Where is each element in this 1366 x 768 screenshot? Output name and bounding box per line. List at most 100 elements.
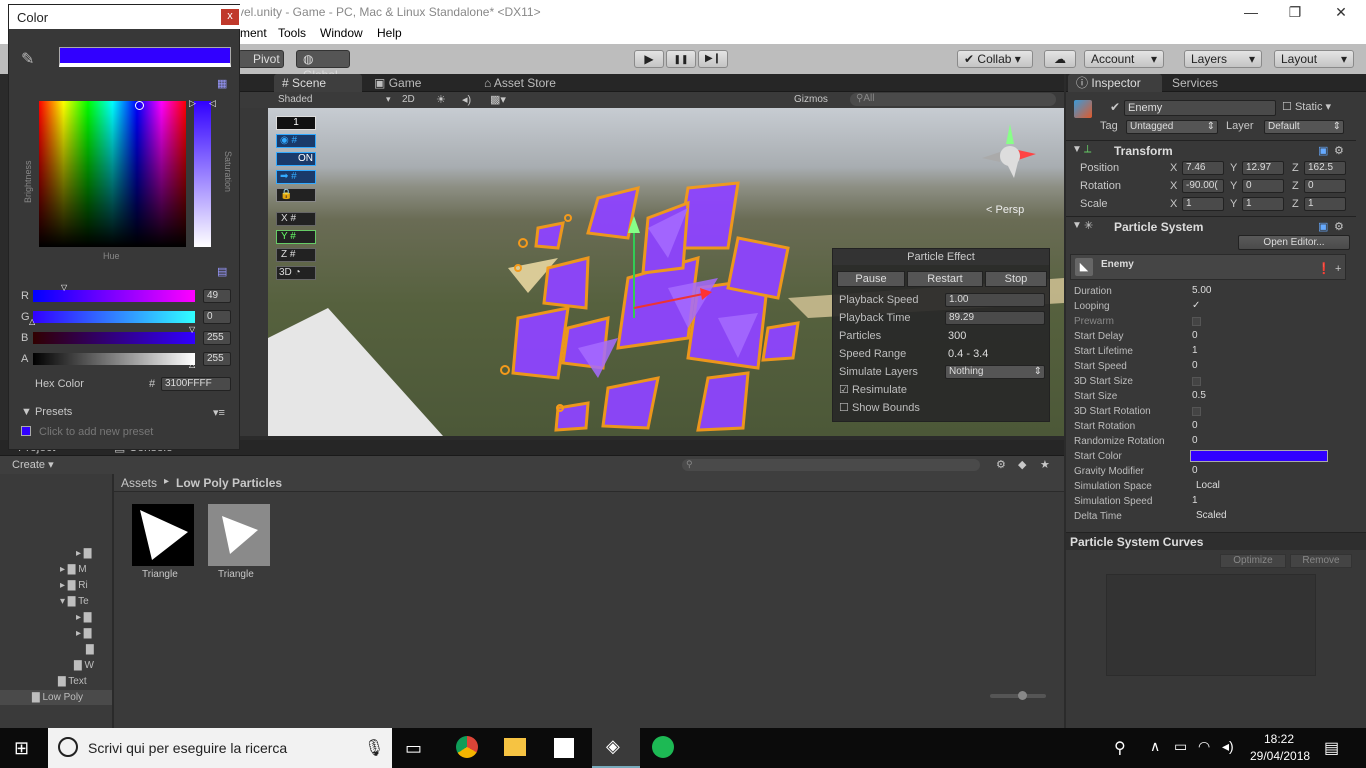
overlay-number-button[interactable]: 1 <box>276 116 316 130</box>
start-rotation-field[interactable]: 0 <box>1192 419 1198 433</box>
simulate-layers-dropdown[interactable]: Nothing ⇕ <box>945 365 1045 379</box>
rotation-z-field[interactable]: 0 <box>1304 179 1346 193</box>
3d-start-rotation-checkbox[interactable] <box>1192 407 1201 416</box>
project-search-input[interactable]: ⚲ <box>682 459 980 471</box>
preset-swatch[interactable] <box>21 426 31 436</box>
effects-toggle-icon[interactable]: ▩▾ <box>490 93 506 106</box>
pause-button[interactable]: ❚❚ <box>666 50 696 68</box>
g-slider[interactable] <box>33 311 195 323</box>
open-editor-button[interactable]: Open Editor... <box>1238 235 1350 250</box>
battery-icon[interactable]: ▭ <box>1174 738 1187 755</box>
add-icon[interactable]: + <box>1335 263 1341 275</box>
restart-effect-button[interactable]: Restart <box>907 271 983 287</box>
2d-toggle[interactable]: 2D <box>402 94 415 105</box>
wifi-icon[interactable]: ◠ <box>1198 738 1210 755</box>
tree-item[interactable]: ▸ ▇ <box>76 626 92 641</box>
tree-item-selected[interactable]: ▇ Low Poly <box>0 690 112 705</box>
resimulate-toggle[interactable]: ☑ Resimulate <box>839 383 907 398</box>
light-toggle-icon[interactable]: ☀ <box>436 93 446 106</box>
tree-item[interactable]: ▇ <box>86 642 94 657</box>
chevron-up-icon[interactable]: ∧ <box>1150 738 1160 755</box>
help-icon[interactable]: ▣ <box>1318 220 1328 233</box>
unity-taskbar-button[interactable]: ◈ <box>592 728 640 768</box>
filter-type-icon[interactable]: ⚙ <box>996 458 1006 471</box>
star-icon[interactable]: ★ <box>1040 458 1050 471</box>
start-delay-field[interactable]: 0 <box>1192 329 1198 343</box>
help-icon[interactable]: ▣ <box>1318 144 1328 157</box>
rotation-x-field[interactable]: -90.00( <box>1182 179 1224 193</box>
minimize-button[interactable]: — <box>1236 2 1266 22</box>
cloud-button[interactable]: ☁ <box>1044 50 1076 68</box>
start-color-swatch[interactable] <box>1190 450 1328 462</box>
tree-item[interactable]: ▸ ▇ <box>76 610 92 625</box>
a-field[interactable]: 255 <box>203 352 231 366</box>
breadcrumb-current[interactable]: Low Poly Particles <box>176 476 282 490</box>
spotify-icon[interactable] <box>652 736 674 758</box>
file-explorer-icon[interactable] <box>504 738 526 756</box>
account-dropdown[interactable]: Account ▾ <box>1084 50 1164 68</box>
remove-button[interactable]: Remove <box>1290 554 1352 568</box>
curves-area[interactable] <box>1106 574 1316 676</box>
gear-icon[interactable]: ⚙ <box>1334 144 1344 157</box>
menu-window[interactable]: Window <box>320 26 363 40</box>
gravity-modifier-field[interactable]: 0 <box>1192 464 1198 478</box>
scale-x-field[interactable]: 1 <box>1182 197 1224 211</box>
task-view-icon[interactable]: ▭ <box>405 738 422 759</box>
scene-search-input[interactable]: ⚲All <box>850 93 1056 106</box>
global-button[interactable]: ◍ Global <box>296 50 350 82</box>
saturation-slider[interactable] <box>194 101 211 247</box>
tab-asset-store[interactable]: ⌂ Asset Store <box>476 74 564 92</box>
slider-mode-icon[interactable]: ▤ <box>217 265 227 278</box>
module-header[interactable]: ◣ Enemy ❗ + <box>1070 254 1346 280</box>
static-toggle[interactable]: ☐ Static ▾ <box>1282 100 1331 113</box>
tab-services[interactable]: Services <box>1164 74 1226 92</box>
clock-time[interactable]: 18:22 <box>1264 732 1294 746</box>
pivot-button[interactable]: Pivot <box>238 50 284 68</box>
breadcrumb-root[interactable]: Assets <box>121 476 157 490</box>
scale-z-field[interactable]: 1 <box>1304 197 1346 211</box>
hex-color-field[interactable]: 3100FFFF <box>161 377 231 391</box>
active-checkbox[interactable]: ✔ <box>1110 100 1120 114</box>
tree-item[interactable]: ▇ Text <box>58 674 87 689</box>
shading-mode-dropdown[interactable]: Shaded <box>278 94 312 105</box>
tab-scene[interactable]: # Scene <box>274 74 362 92</box>
color-field-cursor[interactable] <box>135 101 144 110</box>
tree-item[interactable]: ▸ ▇ <box>76 546 92 561</box>
playback-time-field[interactable]: 89.29 <box>945 311 1045 325</box>
r-slider[interactable] <box>33 290 195 302</box>
restore-button[interactable]: ❐ <box>1280 2 1310 22</box>
x-axis-toggle[interactable]: X # <box>276 212 316 226</box>
on-toggle[interactable]: ON <box>276 152 316 166</box>
optimize-button[interactable]: Optimize <box>1220 554 1286 568</box>
tree-item[interactable]: ▾ ▇ Te <box>60 594 89 609</box>
simulation-space-dropdown[interactable]: Local <box>1196 479 1220 493</box>
particle-system-foldout-icon[interactable]: ▼ <box>1072 220 1082 231</box>
position-z-field[interactable]: 162.5 <box>1304 161 1346 175</box>
audio-toggle-icon[interactable]: ◂) <box>462 93 471 106</box>
start-lifetime-field[interactable]: 1 <box>1192 344 1198 358</box>
tag-dropdown[interactable]: Untagged ⇕ <box>1126 120 1218 134</box>
layer-dropdown[interactable]: Default ⇕ <box>1264 120 1344 134</box>
playback-speed-field[interactable]: 1.00 <box>945 293 1045 307</box>
simulation-speed-field[interactable]: 1 <box>1192 494 1198 508</box>
start-speed-field[interactable]: 0 <box>1192 359 1198 373</box>
layers-dropdown[interactable]: Layers ▾ <box>1184 50 1262 68</box>
position-y-field[interactable]: 12.97 <box>1242 161 1284 175</box>
chrome-icon[interactable] <box>456 736 478 758</box>
people-icon[interactable]: ⚲ <box>1114 738 1126 758</box>
tree-item[interactable]: ▸ ▇ M <box>60 562 87 577</box>
splitter[interactable] <box>112 474 114 728</box>
asset-thumbnail[interactable] <box>208 504 270 566</box>
b-field[interactable]: 255 <box>203 331 231 345</box>
menu-help[interactable]: Help <box>377 26 402 40</box>
tab-game[interactable]: ▣ Game <box>366 74 429 92</box>
zoom-slider-handle[interactable] <box>1018 691 1027 700</box>
scale-y-field[interactable]: 1 <box>1242 197 1284 211</box>
presets-menu-icon[interactable]: ▾≡ <box>213 406 225 419</box>
stop-effect-button[interactable]: Stop <box>985 271 1047 287</box>
create-dropdown[interactable]: Create ▾ <box>12 458 54 471</box>
tree-item[interactable]: ▸ ▇ Ri <box>60 578 88 593</box>
a-slider[interactable] <box>33 353 195 365</box>
tab-inspector[interactable]: ⓘ Inspector <box>1068 74 1162 92</box>
menu-component[interactable]: ment <box>240 26 267 40</box>
